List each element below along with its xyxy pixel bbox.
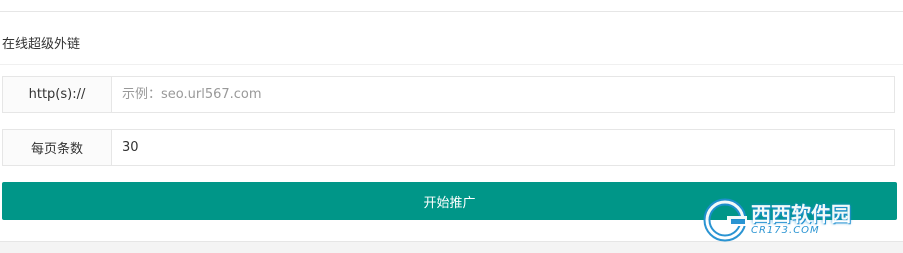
url-form-row: http(s):// — [2, 76, 895, 113]
url-input[interactable] — [112, 77, 894, 112]
watermark-text: 西西软件园 CR173.COM — [751, 204, 851, 236]
per-page-form-row: 每页条数 — [2, 129, 895, 166]
watermark-logo-icon — [703, 198, 747, 242]
per-page-label: 每页条数 — [3, 130, 112, 165]
top-divider — [0, 11, 903, 12]
per-page-input[interactable] — [112, 130, 894, 165]
url-label: http(s):// — [3, 77, 112, 112]
panel-title: 在线超级外链 — [2, 37, 81, 52]
watermark-name: 西西软件园 — [751, 202, 851, 226]
bottom-band — [0, 241, 903, 253]
watermark: 西西软件园 CR173.COM — [703, 198, 893, 242]
watermark-domain: CR173.COM — [751, 225, 820, 236]
title-divider — [0, 64, 903, 65]
